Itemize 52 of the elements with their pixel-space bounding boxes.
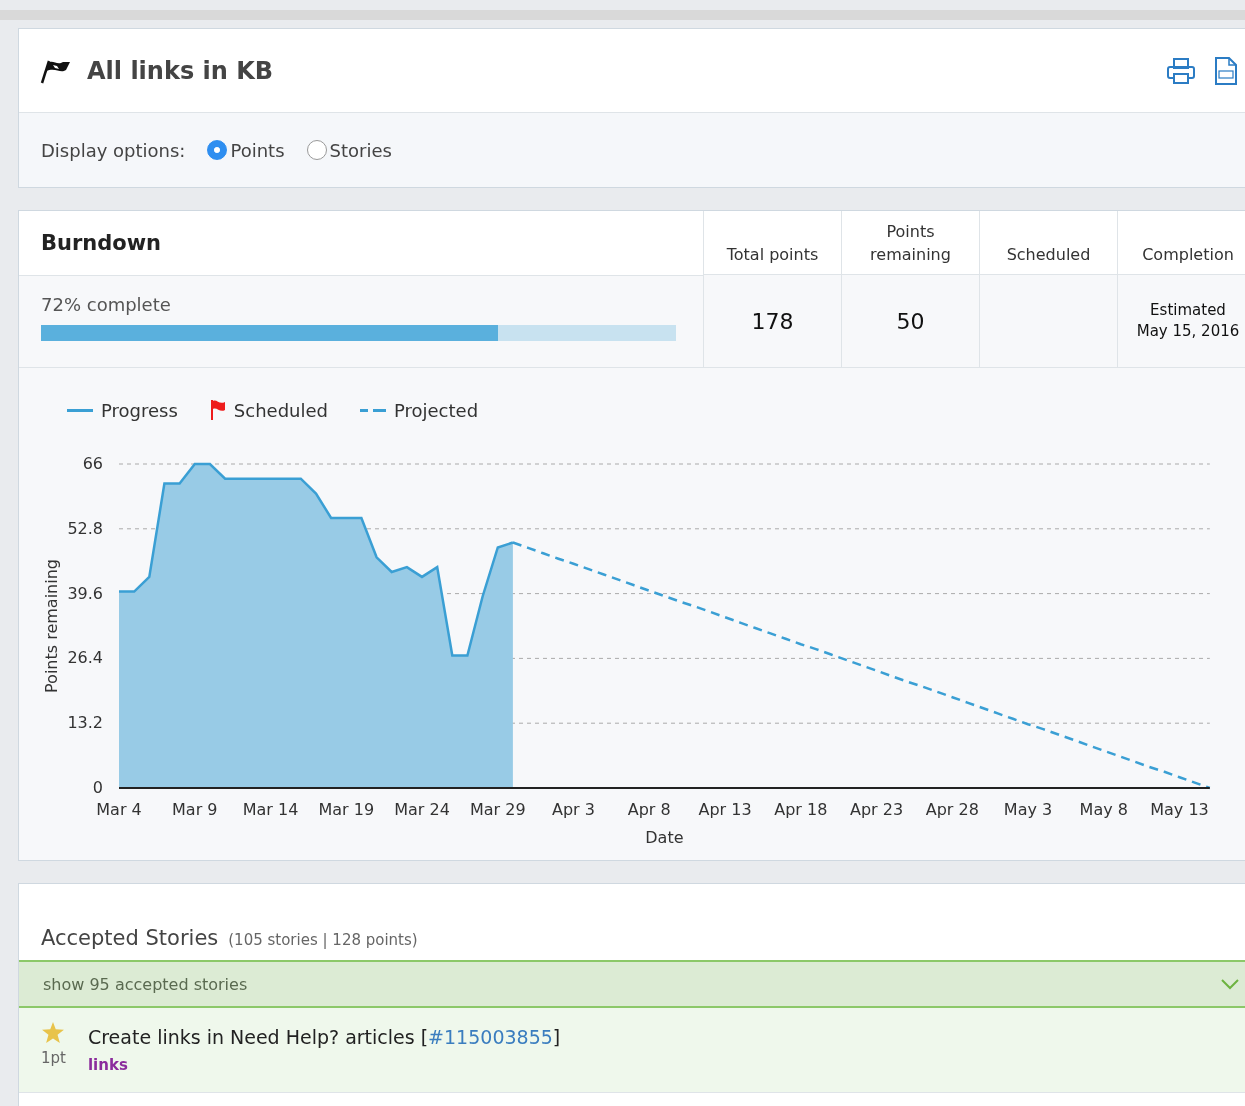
story-points: 1pt <box>41 1049 66 1067</box>
x-tick-label: Apr 3 <box>552 800 595 819</box>
radio-button[interactable] <box>207 140 228 160</box>
x-tick-label: Apr 18 <box>774 800 828 819</box>
section-summary: (105 stories | 128 points) <box>228 931 418 949</box>
print-icon[interactable] <box>1166 56 1196 85</box>
y-tick-label: 39.6 <box>67 583 103 603</box>
x-tick-label: May 13 <box>1150 800 1209 819</box>
column-heading: Points remaining <box>869 221 952 266</box>
legend-label: Scheduled <box>233 399 328 421</box>
progress-text: 72% complete <box>41 294 171 315</box>
radio-option[interactable]: Points <box>207 139 285 161</box>
y-axis-title: Points remaining <box>42 559 61 693</box>
burndown-title: Burndown <box>41 231 162 255</box>
x-tick-label: Apr 28 <box>925 800 979 819</box>
x-tick-label: Mar 29 <box>469 800 526 819</box>
x-tick-label: Mar 19 <box>318 800 375 819</box>
show-stories-toggle[interactable]: show 95 accepted stories <box>19 960 1245 1008</box>
y-tick-label: 26.4 <box>67 648 103 668</box>
y-tick-label: 52.8 <box>67 518 103 538</box>
column-heading: Total points <box>726 243 819 266</box>
x-tick-label: Mar 9 <box>172 800 218 819</box>
display-options-label: Display options: <box>41 139 186 161</box>
x-tick-label: Mar 4 <box>96 800 142 819</box>
x-axis-title: Date <box>645 828 684 847</box>
legend-label: Progress <box>101 399 178 421</box>
column-heading: Completion <box>1142 243 1234 266</box>
stat-value: Estimated May 15, 2016 <box>1135 300 1241 342</box>
y-tick-label: 66 <box>82 454 103 473</box>
column-heading: Scheduled <box>1006 243 1091 266</box>
csv-file-icon[interactable] <box>1214 55 1238 86</box>
stat-value: 178 <box>751 308 794 334</box>
section-title: Accepted Stories <box>41 926 219 950</box>
chevron-down-icon <box>1220 978 1240 990</box>
radio-option[interactable]: Stories <box>306 139 392 161</box>
x-tick-label: Mar 14 <box>242 800 299 819</box>
story-title: Create links in Need Help? articles [#115003855] <box>87 1026 561 1048</box>
legend-label: Projected <box>393 399 479 421</box>
x-tick-label: Apr 8 <box>627 800 671 819</box>
star-icon <box>42 1022 65 1043</box>
x-tick-label: Mar 24 <box>394 800 450 819</box>
radio-button[interactable] <box>306 140 327 160</box>
y-tick-label: 13.2 <box>67 713 103 733</box>
story-link[interactable]: #115003855 <box>428 1026 553 1048</box>
x-tick-label: May 8 <box>1079 800 1128 819</box>
x-tick-label: Apr 23 <box>849 800 904 819</box>
y-tick-label: 0 <box>92 778 103 797</box>
page-title: All links in KB <box>87 56 274 85</box>
x-tick-label: May 3 <box>1003 800 1053 819</box>
stat-value: 50 <box>896 308 925 334</box>
story-tag[interactable]: links <box>87 1056 561 1074</box>
x-tick-label: Apr 13 <box>698 800 752 819</box>
